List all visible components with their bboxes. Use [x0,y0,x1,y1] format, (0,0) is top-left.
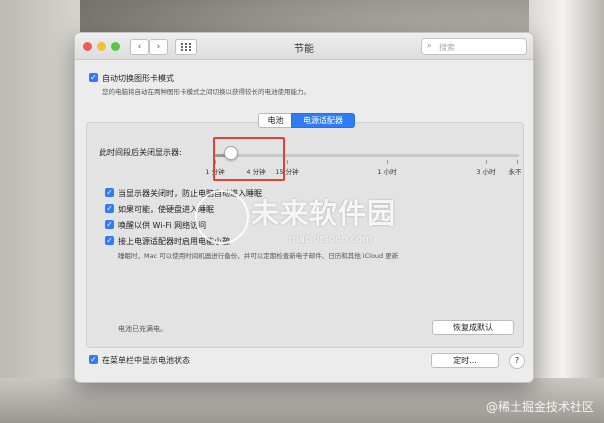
tick-mark [486,160,487,164]
tick-mark [517,160,518,164]
menu-bar-status-checkbox[interactable]: ✓ [89,355,98,364]
watermark: 未来软件园 mac.orsoon.com [195,190,435,260]
title-bar: ‹ › 节能 ⌕ 搜索 [75,33,533,60]
search-field[interactable]: ⌕ 搜索 [421,38,527,55]
search-placeholder: 搜索 [439,43,455,52]
tick-label-3hr: 3 小时 [476,168,496,176]
background-left [0,0,80,423]
watermark-url: mac.orsoon.com [289,234,373,245]
battery-status: 电池已充满电。 [118,325,167,333]
auto-switch-description: 您的电脑将自动在两种图形卡模式之间切换以获得较长的电池使用能力。 [102,88,310,96]
tick-mark [387,160,388,164]
watermark-main: 未来软件园 [251,197,397,230]
disk-sleep-checkbox[interactable]: ✓ [105,204,114,213]
tick-mark [287,160,288,164]
wifi-wake-checkbox[interactable]: ✓ [105,220,114,229]
power-nap-checkbox[interactable]: ✓ [105,236,114,245]
display-sleep-label: 此时间段后关闭显示器: [99,148,182,157]
schedule-button[interactable]: 定时... [431,353,499,368]
tab-power-adapter[interactable]: 电源适配器 [291,113,355,128]
watermark-logo [195,190,249,244]
tick-label-never: 永不 [508,168,522,176]
search-icon: ⌕ [427,41,433,51]
background-right [529,0,604,423]
source-segmented-control: 电池 电源适配器 [258,113,355,128]
auto-switch-label: 自动切换图形卡模式 [102,74,174,83]
source-credit: @稀土掘金技术社区 [485,400,594,414]
wifi-wake-label: 唤醒以供 Wi-Fi 网络访问 [118,221,207,230]
highlight-box [213,137,285,181]
restore-defaults-button[interactable]: 恢复成默认 [432,320,514,335]
help-button[interactable]: ? [509,353,525,369]
tab-battery[interactable]: 电池 [258,113,293,128]
tick-label-1hr: 1 小时 [377,168,397,176]
menu-bar-status-label: 在菜单栏中显示电池状态 [102,356,190,365]
prevent-sleep-checkbox[interactable]: ✓ [105,188,114,197]
auto-switch-checkbox[interactable]: ✓ [89,73,98,82]
